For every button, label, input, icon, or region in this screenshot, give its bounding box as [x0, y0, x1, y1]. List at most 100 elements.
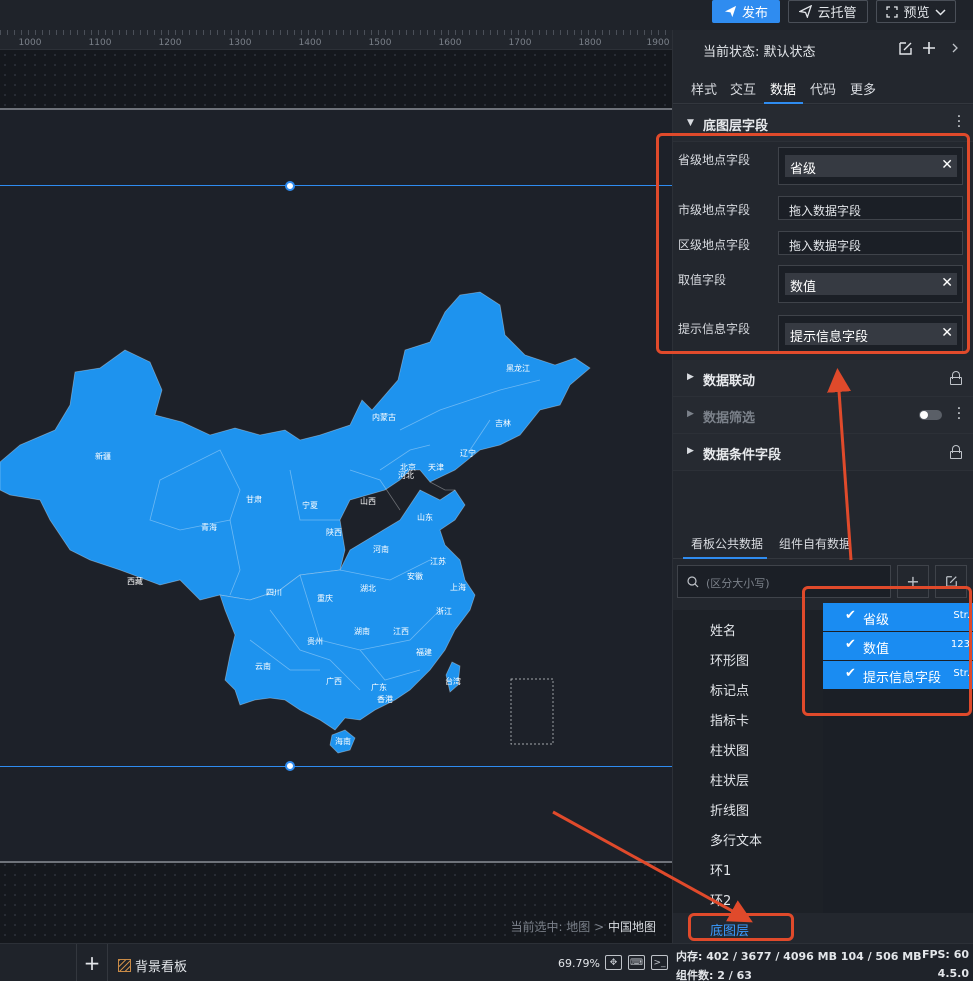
map-label: 云南 [255, 661, 271, 671]
chevron-right-icon[interactable] [952, 43, 959, 53]
map-label: 江西 [393, 627, 409, 636]
map-label: 内蒙古 [372, 412, 396, 422]
caret-right-icon: ▶ [687, 409, 694, 419]
fps-status: FPS: 60 [921, 948, 969, 961]
dataset-tabs: 看板公共数据 组件自有数据 [673, 525, 973, 559]
section-data-linkage[interactable]: ▶ 数据联动 [673, 360, 973, 397]
ruler-tick: 1400 [298, 38, 322, 48]
map-label: 黑龙江 [506, 363, 530, 373]
state-indicator: 当前状态: 默认状态 [703, 45, 816, 60]
map-label: 重庆 [317, 593, 333, 603]
memory-status: 内存: 402 / 3677 / 4096 MB 104 / 506 MB [676, 950, 922, 963]
section-condition-fields[interactable]: ▶ 数据条件字段 [673, 434, 973, 471]
annotation-highlight-fields [656, 133, 970, 354]
list-item[interactable]: 标记点 [710, 680, 749, 699]
section-data-filter[interactable]: ▶ 数据筛选 · · · [673, 397, 973, 434]
list-item[interactable]: 折线图 [710, 800, 749, 819]
list-item[interactable]: 环1 [710, 860, 731, 879]
map-label: 河南 [373, 544, 389, 554]
dataset-list: 姓名 环形图 标记点 指标卡 柱状图 柱状层 折线图 多行文本 环1 环2 [673, 610, 823, 913]
status-bar: 内存: 402 / 3677 / 4096 MB 104 / 506 MB FP… [672, 943, 973, 981]
search-icon [687, 576, 699, 588]
preview-button[interactable]: 预览 [876, 0, 956, 23]
fullscreen-icon [886, 5, 899, 18]
map-label: 天津 [428, 462, 444, 472]
map-label: 上海 [450, 582, 466, 592]
map-label: 贵州 [307, 636, 323, 646]
map-label: 新疆 [95, 451, 111, 461]
list-item[interactable]: 指标卡 [710, 710, 749, 729]
tab-style[interactable]: 样式 [691, 79, 717, 98]
map-label: 四川 [266, 588, 282, 597]
zoom-level[interactable]: 69.79% [558, 957, 600, 970]
map-label: 陕西 [326, 527, 342, 537]
map-label: 吉林 [495, 418, 511, 428]
tab-component-own-data[interactable]: 组件自有数据 [779, 535, 851, 552]
map-label: 安徽 [407, 571, 423, 581]
ruler-tick: 1600 [438, 38, 462, 48]
active-tab-indicator [764, 102, 803, 104]
tab-interaction[interactable]: 交互 [730, 79, 756, 98]
ruler-tick: 1300 [228, 38, 252, 48]
publish-button[interactable]: 发布 [712, 0, 780, 23]
south-china-sea-inset [510, 678, 554, 745]
send-icon [724, 5, 737, 18]
map-label: 河北 [398, 470, 414, 480]
caret-right-icon: ▶ [687, 372, 694, 382]
list-item[interactable]: 柱状图 [710, 740, 749, 759]
horizontal-ruler: 1000 1100 1200 1300 1400 1500 1600 1700 … [0, 30, 672, 50]
lock-icon [950, 445, 962, 459]
map-label: 山西 [360, 496, 376, 506]
china-map[interactable]: 黑龙江 吉林 辽宁 内蒙古 新疆 甘肃 宁夏 北京 天津 河北 山西 山东 青海… [0, 100, 672, 820]
map-label: 青海 [201, 522, 217, 532]
map-label: 广东 [371, 682, 387, 692]
board-icon [118, 959, 131, 972]
map-label: 辽宁 [460, 448, 476, 458]
map-label: 山东 [417, 512, 433, 522]
editor-canvas[interactable]: 黑龙江 吉林 辽宁 内蒙古 新疆 甘肃 宁夏 北京 天津 河北 山西 山东 青海… [0, 50, 672, 943]
state-row: 当前状态: 默认状态 [673, 30, 973, 68]
ruler-tick: 1800 [578, 38, 602, 48]
board-tab[interactable]: 背景看板 [118, 956, 187, 975]
list-item[interactable]: 多行文本 [710, 830, 762, 849]
list-item[interactable]: 柱状层 [710, 770, 749, 789]
chevron-down-icon [934, 8, 946, 16]
map-label: 福建 [416, 647, 432, 657]
map-label: 海南 [335, 736, 351, 746]
keyboard-icon[interactable]: ⌨ [628, 955, 645, 970]
list-item[interactable]: 环2 [710, 890, 731, 909]
selection-breadcrumb: 当前选中: 地图 > 中国地图 [510, 920, 656, 934]
bottom-bar: + 背景看板 69.79% ✥ ⌨ >_ [0, 943, 672, 981]
filter-toggle[interactable] [919, 410, 942, 420]
map-label: 香港 [377, 694, 393, 704]
map-label: 湖北 [360, 584, 376, 593]
terminal-icon[interactable]: >_ [651, 955, 668, 970]
fit-screen-icon[interactable]: ✥ [605, 955, 622, 970]
ruler-tick: 1500 [368, 38, 392, 48]
add-board-button[interactable]: + [76, 944, 108, 981]
annotation-highlight-dataset-fields [802, 586, 972, 716]
top-toolbar: 发布 云托管 预览 [0, 0, 973, 30]
map-label: 广西 [326, 676, 342, 686]
panel-tabs: 样式 交互 数据 代码 更多 [673, 68, 973, 104]
cloud-hosting-button[interactable]: 云托管 [788, 0, 868, 23]
edit-icon[interactable] [898, 41, 913, 56]
tab-board-public-data[interactable]: 看板公共数据 [691, 535, 763, 552]
more-vert-icon[interactable]: · · · [956, 402, 962, 426]
more-vert-icon[interactable]: · · · [956, 110, 962, 134]
map-label: 宁夏 [302, 500, 318, 510]
map-label: 台湾 [445, 676, 461, 686]
caret-down-icon: ▼ [687, 118, 694, 128]
tab-data[interactable]: 数据 [770, 79, 796, 98]
tab-more[interactable]: 更多 [850, 79, 876, 98]
add-state-icon[interactable] [922, 41, 936, 55]
list-item[interactable]: 姓名 [710, 620, 736, 639]
active-tab-indicator [683, 557, 767, 559]
map-label: 西藏 [127, 576, 143, 586]
tab-code[interactable]: 代码 [810, 79, 836, 98]
map-label: 浙江 [436, 606, 452, 616]
ruler-tick: 1200 [158, 38, 182, 48]
map-label: 甘肃 [246, 494, 262, 504]
list-item[interactable]: 环形图 [710, 650, 749, 669]
map-region-northwest[interactable] [0, 291, 591, 601]
